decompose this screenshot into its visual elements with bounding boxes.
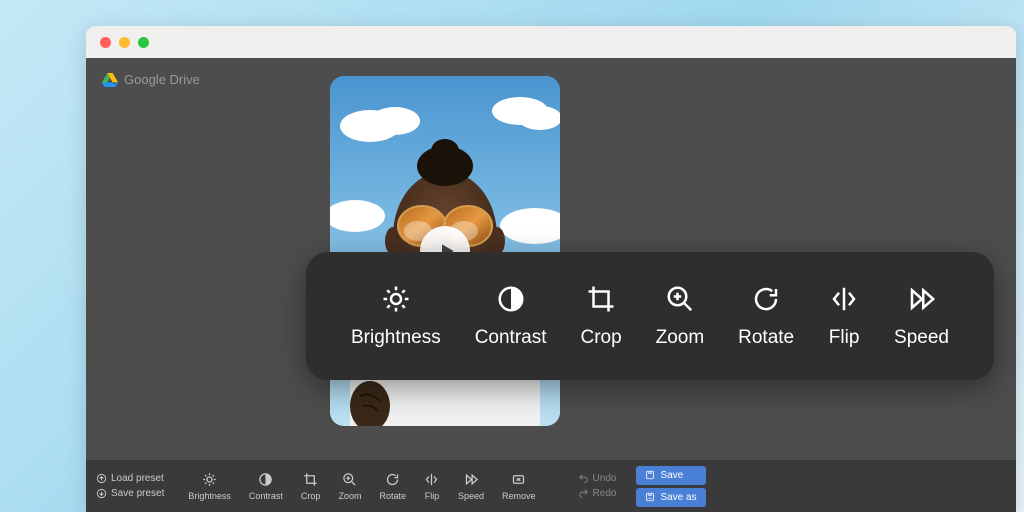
minimize-icon[interactable] xyxy=(119,37,130,48)
redo-label: Redo xyxy=(593,488,617,499)
tool-flip[interactable]: Flip xyxy=(418,472,446,501)
google-drive-icon xyxy=(102,73,118,87)
undo-icon xyxy=(578,473,589,484)
zoom-icon xyxy=(665,284,695,314)
tool-label: Rotate xyxy=(379,491,406,501)
speed-icon xyxy=(464,472,479,487)
tool-label: Speed xyxy=(458,491,484,501)
brightness-icon xyxy=(381,284,411,314)
tool-zoom[interactable]: Zoom xyxy=(332,472,367,501)
flip-icon xyxy=(424,472,439,487)
redo-button[interactable]: Redo xyxy=(578,488,617,499)
save-preset-button[interactable]: Save preset xyxy=(96,488,164,499)
flip-icon xyxy=(829,284,859,314)
tool-popup: Brightness Contrast Crop Zoom Rotate Fli… xyxy=(306,252,994,380)
save-preset-label: Save preset xyxy=(111,488,164,499)
tool-label: Remove xyxy=(502,491,536,501)
brand-label: Google Drive xyxy=(124,72,200,87)
popup-label: Rotate xyxy=(738,327,794,349)
undo-button[interactable]: Undo xyxy=(578,473,617,484)
load-preset-label: Load preset xyxy=(111,473,164,484)
tool-rotate[interactable]: Rotate xyxy=(373,472,412,501)
download-icon xyxy=(96,488,107,499)
save-as-icon xyxy=(645,492,655,502)
close-icon[interactable] xyxy=(100,37,111,48)
maximize-icon[interactable] xyxy=(138,37,149,48)
popup-label: Brightness xyxy=(351,327,441,349)
popup-speed[interactable]: Speed xyxy=(894,283,949,349)
bottom-toolbar: Load preset Save preset Brightness Contr… xyxy=(86,460,1016,512)
undo-label: Undo xyxy=(593,473,617,484)
popup-label: Zoom xyxy=(656,327,705,349)
tool-label: Zoom xyxy=(338,491,361,501)
upload-icon xyxy=(96,473,107,484)
speed-icon xyxy=(907,284,937,314)
popup-label: Speed xyxy=(894,327,949,349)
zoom-icon xyxy=(342,472,357,487)
save-as-label: Save as xyxy=(660,492,696,503)
popup-flip[interactable]: Flip xyxy=(828,283,860,349)
contrast-icon xyxy=(496,284,526,314)
crop-icon xyxy=(586,284,616,314)
popup-label: Crop xyxy=(580,327,621,349)
load-preset-button[interactable]: Load preset xyxy=(96,473,164,484)
redo-icon xyxy=(578,488,589,499)
preset-group: Load preset Save preset xyxy=(96,473,164,499)
save-label: Save xyxy=(660,470,683,481)
tool-crop[interactable]: Crop xyxy=(295,472,327,501)
contrast-icon xyxy=(258,472,273,487)
titlebar xyxy=(86,26,1016,58)
tool-brightness[interactable]: Brightness xyxy=(182,472,237,501)
tool-label: Flip xyxy=(425,491,440,501)
history-group: Undo Redo xyxy=(578,473,617,499)
save-icon xyxy=(645,470,655,480)
save-as-button[interactable]: Save as xyxy=(636,488,705,507)
tool-remove[interactable]: Remove xyxy=(496,472,542,501)
save-button[interactable]: Save xyxy=(636,466,705,485)
popup-contrast[interactable]: Contrast xyxy=(475,283,547,349)
brand: Google Drive xyxy=(102,72,200,87)
tool-label: Brightness xyxy=(188,491,231,501)
remove-icon xyxy=(511,472,526,487)
save-group: Save Save as xyxy=(636,466,705,507)
popup-crop[interactable]: Crop xyxy=(580,283,621,349)
tool-speed[interactable]: Speed xyxy=(452,472,490,501)
tool-contrast[interactable]: Contrast xyxy=(243,472,289,501)
popup-rotate[interactable]: Rotate xyxy=(738,283,794,349)
popup-label: Contrast xyxy=(475,327,547,349)
rotate-icon xyxy=(751,284,781,314)
brightness-icon xyxy=(202,472,217,487)
rotate-icon xyxy=(385,472,400,487)
crop-icon xyxy=(303,472,318,487)
tool-label: Crop xyxy=(301,491,321,501)
popup-label: Flip xyxy=(829,327,860,349)
tool-label: Contrast xyxy=(249,491,283,501)
popup-zoom[interactable]: Zoom xyxy=(656,283,705,349)
popup-brightness[interactable]: Brightness xyxy=(351,283,441,349)
